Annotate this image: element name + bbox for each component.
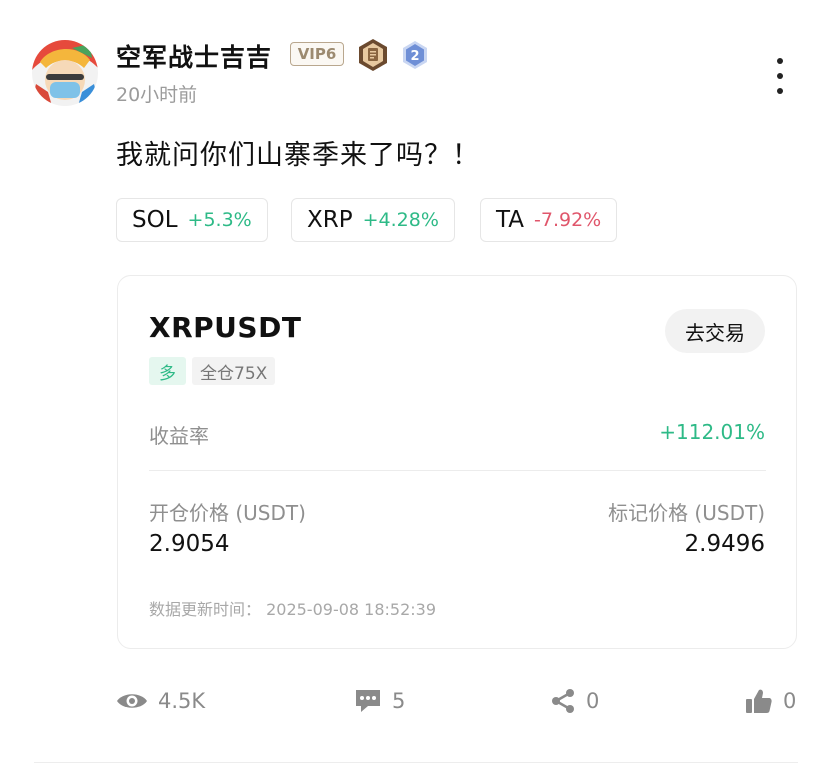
more-dot [777,88,783,94]
data-update-time: 数据更新时间： 2025-09-08 18:52:39 [149,600,437,619]
ticker-chip-xrp[interactable]: XRP +4.28% [291,198,455,242]
ticker-chip-ta[interactable]: TA -7.92% [480,198,618,242]
medal-icon [356,38,390,72]
likes-stat[interactable]: 0 [745,684,796,718]
more-vertical-icon[interactable] [764,58,796,94]
share-icon [552,689,574,713]
post-time: 20小时前 [116,84,198,106]
thumbs-up-icon [746,689,772,713]
more-dot [777,58,783,64]
go-trade-button[interactable]: 去交易 [665,309,765,353]
mark-price-label: 标记价格 (USDT) [608,501,765,525]
eye-icon [117,694,147,708]
comments-stat[interactable]: 5 [354,684,405,718]
trading-pair: XRPUSDT [149,311,302,344]
ticker-change: +5.3% [187,209,252,231]
level-number: 2 [410,49,419,64]
shares-count: 0 [586,689,600,713]
shares-stat[interactable]: 0 [550,684,599,718]
side-tag: 多 [149,357,186,385]
open-price-label: 开仓价格 (USDT) [149,501,306,525]
ticker-change: +4.28% [362,209,439,231]
roi-value: +112.01% [659,420,765,444]
more-dot [777,73,783,79]
views-stat: 4.5K [116,684,205,718]
views-count: 4.5K [158,689,206,713]
ticker-change: -7.92% [534,209,602,231]
level-badge-icon: 2 [400,40,430,70]
ticker-chip-sol[interactable]: SOL +5.3% [116,198,268,242]
post-text: 我就问你们山寨季来了吗？！ [116,140,480,171]
author-name[interactable]: 空军战士吉吉 [116,38,272,74]
ticker-symbol: TA [496,207,524,233]
comment-icon [356,690,380,712]
roi-label: 收益率 [149,424,209,448]
open-price-value: 2.9054 [149,531,230,557]
card-divider [149,470,766,471]
comments-count: 5 [392,689,406,713]
bottom-divider [34,762,798,763]
ticker-symbol: XRP [307,207,353,233]
ticker-symbol: SOL [132,207,178,233]
mark-price-value: 2.9496 [684,531,765,557]
margin-mode-tag: 全仓75X [192,357,276,385]
vip-badge: VIP6 [290,42,344,66]
author-avatar[interactable] [32,40,98,106]
likes-count: 0 [783,689,797,713]
